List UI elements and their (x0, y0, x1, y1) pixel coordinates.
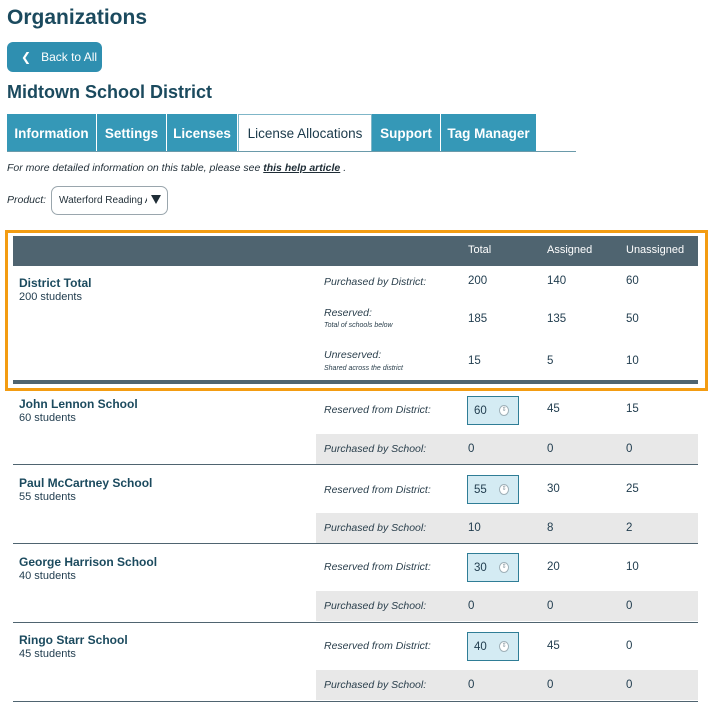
organization-name: Midtown School District (7, 82, 212, 102)
stepper-value: 30 (474, 561, 487, 574)
cell-assigned: 45 (547, 640, 560, 652)
school-name: Ringo Starr School (19, 633, 128, 647)
school-students: 55 students (19, 491, 76, 503)
row-label: Purchased by District: (324, 276, 427, 288)
cell-assigned: 30 (547, 483, 560, 495)
stepper-value: 60 (474, 404, 487, 417)
help-text-suffix: . (343, 162, 347, 174)
cell-total: 0 (468, 679, 475, 691)
row-label: Unreserved: (324, 349, 382, 361)
cell-assigned: 20 (547, 561, 560, 573)
page-title: Organizations (7, 6, 148, 29)
tab-tag-manager[interactable]: Tag Manager (441, 114, 537, 152)
chevron-left-icon: ❮ (21, 50, 32, 64)
cell-assigned: 140 (547, 275, 567, 287)
district-total-students: 200 students (19, 291, 82, 303)
cell-unassigned: 10 (626, 355, 639, 367)
school-name: John Lennon School (19, 397, 138, 411)
school-students: 60 students (19, 412, 76, 424)
stepper-value: 55 (474, 483, 487, 496)
row-label: Reserved from District: (324, 640, 431, 652)
cell-assigned: 5 (547, 355, 554, 367)
school-name: George Harrison School (19, 555, 158, 569)
row-divider (13, 622, 698, 623)
row-divider (13, 701, 698, 702)
caret-down-icon (151, 195, 161, 204)
cell-unassigned: 0 (626, 600, 633, 612)
row-divider (13, 464, 698, 465)
school-students: 40 students (19, 570, 76, 582)
header-total: Total (468, 244, 492, 256)
tab-settings[interactable]: Settings (97, 114, 167, 152)
tab-information[interactable]: Information (7, 114, 97, 152)
help-text: For more detailed information on this ta… (7, 162, 346, 174)
district-total-divider (13, 380, 698, 384)
cell-assigned: 0 (547, 443, 554, 455)
header-assigned: Assigned (547, 244, 593, 256)
cell-unassigned: 50 (626, 313, 639, 325)
cell-unassigned: 10 (626, 561, 639, 573)
tab-license-allocations[interactable]: License Allocations (238, 114, 372, 152)
row-label: Reserved: (324, 307, 372, 319)
school-students: 45 students (19, 648, 76, 660)
tab-licenses[interactable]: Licenses (167, 114, 238, 152)
table-header: Total Assigned Unassigned (13, 236, 698, 266)
header-unassigned: Unassigned (626, 244, 685, 256)
row-label: Purchased by School: (324, 443, 427, 455)
help-text-prefix: For more detailed information on this ta… (7, 162, 261, 174)
up-down-stepper-icon[interactable]: ⇕ (499, 484, 509, 495)
cell-unassigned: 0 (626, 679, 633, 691)
cell-unassigned: 25 (626, 483, 639, 495)
school-name: Paul McCartney School (19, 476, 153, 490)
up-down-stepper-icon[interactable]: ⇕ (499, 562, 509, 573)
product-select[interactable]: Waterford Reading Academy (51, 186, 168, 215)
row-divider (13, 543, 698, 544)
row-label: Reserved from District: (324, 404, 431, 416)
cell-total: 0 (468, 443, 475, 455)
row-label: Purchased by School: (324, 600, 427, 612)
row-label: Purchased by School: (324, 522, 427, 534)
up-down-stepper-icon[interactable]: ⇕ (499, 405, 509, 416)
product-select-value: Waterford Reading Academy (59, 195, 147, 206)
reserved-quantity-stepper[interactable]: 30 ⇕ (467, 553, 519, 582)
cell-assigned: 8 (547, 522, 554, 534)
cell-assigned: 0 (547, 600, 554, 612)
reserved-quantity-stepper[interactable]: 60 ⇕ (467, 396, 519, 425)
cell-assigned: 45 (547, 403, 560, 415)
cell-total: 10 (468, 522, 481, 534)
cell-total: 0 (468, 600, 475, 612)
reserved-quantity-stepper[interactable]: 55 ⇕ (467, 475, 519, 504)
row-label: Reserved from District: (324, 484, 431, 496)
help-article-link[interactable]: this help article (263, 162, 340, 174)
up-down-stepper-icon[interactable]: ⇕ (499, 641, 509, 652)
row-label: Purchased by School: (324, 679, 427, 691)
cell-assigned: 135 (547, 313, 567, 325)
back-to-all-button[interactable]: ❮ Back to All (7, 42, 102, 72)
product-label: Product: (7, 194, 47, 206)
reserved-quantity-stepper[interactable]: 40 ⇕ (467, 632, 519, 661)
cell-unassigned: 0 (626, 640, 633, 652)
row-label: Reserved from District: (324, 561, 431, 573)
tab-bar: Information Settings Licenses License Al… (7, 114, 537, 152)
cell-unassigned: 0 (626, 443, 633, 455)
cell-total: 15 (468, 355, 481, 367)
cell-unassigned: 15 (626, 403, 639, 415)
district-total-name: District Total (19, 276, 92, 290)
tabs-underline (7, 151, 576, 152)
row-note: Total of schools below (324, 322, 393, 329)
back-button-label: Back to All (41, 50, 98, 64)
cell-unassigned: 2 (626, 522, 633, 534)
cell-unassigned: 60 (626, 275, 639, 287)
stepper-value: 40 (474, 640, 487, 653)
cell-total: 185 (468, 313, 488, 325)
cell-total: 200 (468, 275, 488, 287)
tab-support[interactable]: Support (372, 114, 441, 152)
row-note: Shared across the district (324, 365, 403, 372)
cell-assigned: 0 (547, 679, 554, 691)
